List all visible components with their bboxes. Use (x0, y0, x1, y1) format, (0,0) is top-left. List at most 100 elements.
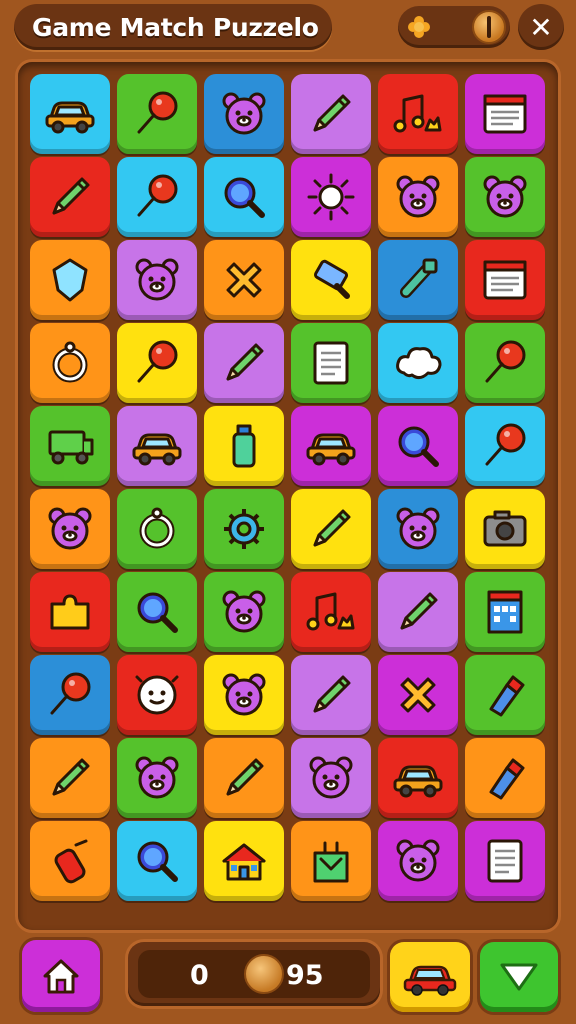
tile-r3-c4[interactable] (291, 240, 371, 320)
car-icon (393, 765, 443, 798)
bone-icon (400, 258, 438, 298)
tile-r1-c4[interactable] (291, 74, 371, 154)
tile-r6-c2[interactable] (117, 489, 197, 569)
tile-r2-c4[interactable] (291, 157, 371, 237)
tile-r3-c1[interactable] (30, 240, 110, 320)
pencil-icon (313, 94, 351, 132)
notebook-icon (483, 260, 527, 300)
tile-r5-c3[interactable] (204, 406, 284, 486)
tile-r9-c2[interactable] (117, 738, 197, 818)
tile-r10-c4[interactable] (291, 821, 371, 901)
gear-icon (224, 509, 264, 549)
tile-r10-c6[interactable] (465, 821, 545, 901)
tile-r8-c3[interactable] (204, 655, 284, 735)
tile-r9-c4[interactable] (291, 738, 371, 818)
tile-r10-c3[interactable] (204, 821, 284, 901)
tile-r6-c5[interactable] (378, 489, 458, 569)
pencil-icon (52, 758, 90, 796)
tile-r1-c2[interactable] (117, 74, 197, 154)
notebook-icon (483, 94, 527, 134)
tile-r1-c1[interactable] (30, 74, 110, 154)
tile-r5-c4[interactable] (291, 406, 371, 486)
drop-button[interactable] (480, 942, 558, 1012)
sound-toggle[interactable] (398, 6, 510, 48)
clock-icon (135, 675, 179, 715)
tile-r5-c2[interactable] (117, 406, 197, 486)
bear-icon (483, 175, 527, 218)
car-icon (306, 433, 356, 466)
tile-r6-c3[interactable] (204, 489, 284, 569)
ring-icon (52, 341, 88, 383)
bear-icon (396, 839, 440, 882)
tile-r9-c1[interactable] (30, 738, 110, 818)
ring-icon (139, 507, 175, 549)
tile-r8-c2[interactable] (117, 655, 197, 735)
tile-r2-c6[interactable] (465, 157, 545, 237)
cross-icon (400, 677, 436, 713)
tile-r3-c6[interactable] (465, 240, 545, 320)
tile-r3-c3[interactable] (204, 240, 284, 320)
tile-r7-c3[interactable] (204, 572, 284, 652)
home-button[interactable] (22, 940, 100, 1012)
tile-r5-c1[interactable] (30, 406, 110, 486)
moves-count: 0 (190, 960, 209, 991)
game-title: Game Match Puzzelo (32, 12, 319, 42)
bear-icon (396, 175, 440, 218)
tile-r4-c4[interactable] (291, 323, 371, 403)
fire-extinguisher-icon (54, 839, 88, 884)
tile-r3-c5[interactable] (378, 240, 458, 320)
tile-r2-c2[interactable] (117, 157, 197, 237)
bottle-icon (232, 424, 256, 468)
tile-r2-c3[interactable] (204, 157, 284, 237)
tile-r1-c5[interactable] (378, 74, 458, 154)
tile-r10-c1[interactable] (30, 821, 110, 901)
magnifier-icon (137, 841, 178, 882)
tile-r4-c2[interactable] (117, 323, 197, 403)
tile-r4-c6[interactable] (465, 323, 545, 403)
tile-r4-c1[interactable] (30, 323, 110, 403)
tile-r7-c6[interactable] (465, 572, 545, 652)
building-icon (487, 590, 523, 634)
tile-r4-c3[interactable] (204, 323, 284, 403)
title-plate: Game Match Puzzelo (14, 4, 332, 50)
cross-icon (226, 262, 262, 298)
sun-icon (307, 173, 355, 221)
tile-r8-c5[interactable] (378, 655, 458, 735)
tile-r1-c6[interactable] (465, 74, 545, 154)
tile-r2-c5[interactable] (378, 157, 458, 237)
tile-r7-c5[interactable] (378, 572, 458, 652)
tile-r7-c4[interactable] (291, 572, 371, 652)
tile-r10-c5[interactable] (378, 821, 458, 901)
car-icon (45, 101, 95, 134)
cloud-icon (396, 347, 442, 380)
tile-r6-c4[interactable] (291, 489, 371, 569)
magnifier-icon (398, 426, 439, 467)
pencil-icon (52, 177, 90, 215)
tile-r8-c6[interactable] (465, 655, 545, 735)
tile-r5-c5[interactable] (378, 406, 458, 486)
magnifier-icon (224, 177, 265, 218)
tile-r3-c2[interactable] (117, 240, 197, 320)
tile-r10-c2[interactable] (117, 821, 197, 901)
bear-icon (222, 673, 266, 716)
tile-r7-c2[interactable] (117, 572, 197, 652)
bear-icon (396, 507, 440, 550)
close-button[interactable]: ✕ (518, 4, 564, 50)
tile-r9-c3[interactable] (204, 738, 284, 818)
tile-r1-c3[interactable] (204, 74, 284, 154)
tile-r2-c1[interactable] (30, 157, 110, 237)
close-icon: ✕ (529, 10, 553, 44)
tile-r9-c6[interactable] (465, 738, 545, 818)
tile-r5-c6[interactable] (465, 406, 545, 486)
car-button[interactable] (390, 942, 470, 1012)
tile-r8-c1[interactable] (30, 655, 110, 735)
marker-icon (489, 758, 525, 800)
bear-icon (309, 756, 353, 799)
tile-r8-c4[interactable] (291, 655, 371, 735)
tile-r4-c5[interactable] (378, 323, 458, 403)
document-icon (487, 839, 523, 883)
tile-r6-c6[interactable] (465, 489, 545, 569)
tile-r6-c1[interactable] (30, 489, 110, 569)
tile-r9-c5[interactable] (378, 738, 458, 818)
tile-r7-c1[interactable] (30, 572, 110, 652)
